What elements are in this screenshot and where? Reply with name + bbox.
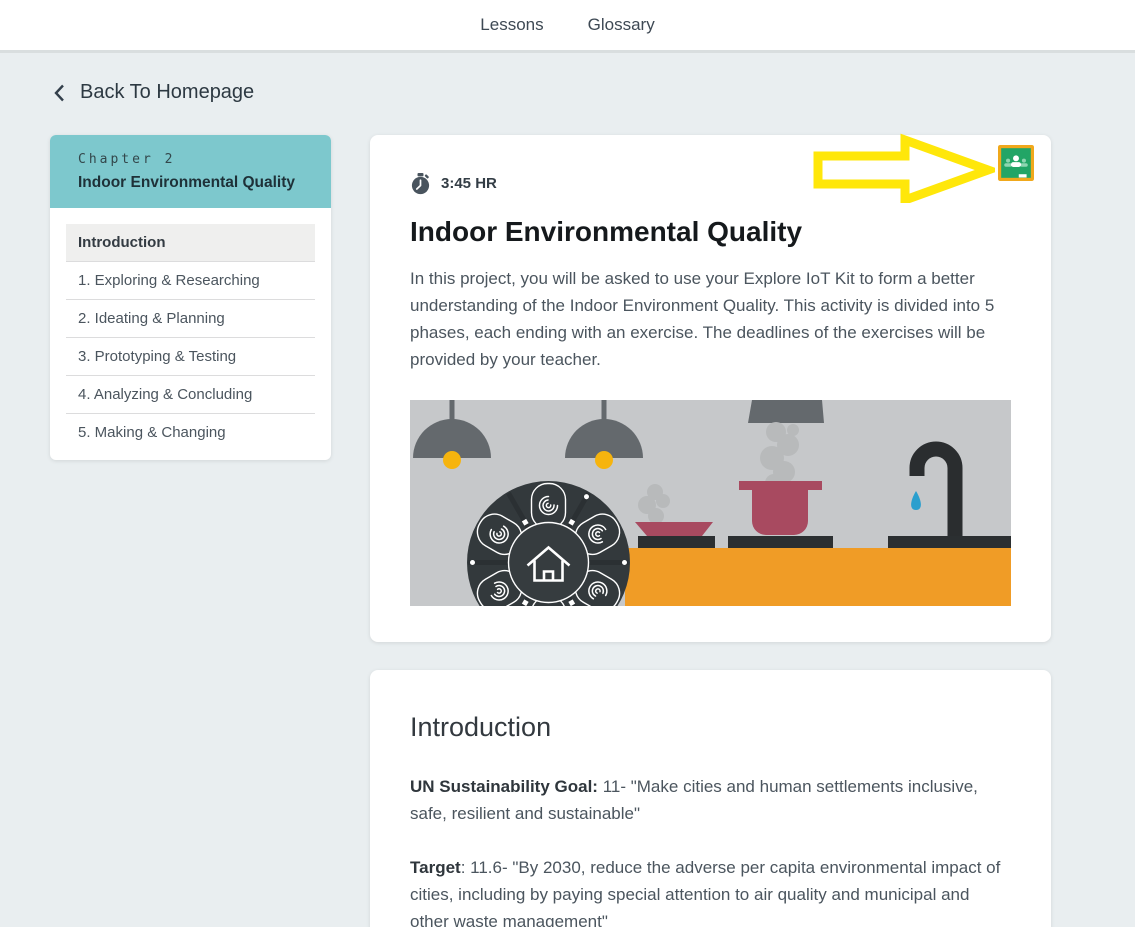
chapter-title: Indoor Environmental Quality [78,174,303,192]
un-goal-label: UN Sustainability Goal: [410,777,598,796]
target-label: Target [410,858,461,877]
annotation-arrow [805,133,995,203]
kitchen-counter [625,548,1011,606]
lesson-duration: 3:45 HR [441,175,497,192]
sidebar-item-analyzing-concluding[interactable]: 4. Analyzing & Concluding [66,376,315,414]
chapter-sidebar: Chapter 2 Indoor Environmental Quality I… [50,135,331,460]
sidebar-item-exploring-researching[interactable]: 1. Exploring & Researching [66,262,315,300]
sidebar-item-making-changing[interactable]: 5. Making & Changing [66,414,315,451]
google-classroom-icon [998,145,1034,181]
extractor-hood [748,400,824,423]
sidebar-item-prototyping-testing[interactable]: 3. Prototyping & Testing [66,338,315,376]
sidebar-item-ideating-planning[interactable]: 2. Ideating & Planning [66,300,315,338]
lesson-overview-card: 3:45 HR [370,135,1051,642]
introduction-card: Introduction UN Sustainability Goal: 11-… [370,670,1051,927]
stopwatch-icon [410,173,431,195]
nav-link-lessons[interactable]: Lessons [480,15,543,35]
nav-link-glossary[interactable]: Glossary [588,15,655,35]
introduction-heading: Introduction [410,712,1011,743]
top-navigation: Lessons Glossary [0,0,1135,53]
chapter-header: Chapter 2 Indoor Environmental Quality [50,135,331,208]
chevron-left-icon [54,84,65,102]
google-classroom-share-button[interactable] [998,145,1034,181]
lesson-description: In this project, you will be asked to us… [410,265,1011,373]
page-layout: Chapter 2 Indoor Environmental Quality I… [0,107,1135,927]
stove-burner-2 [728,536,833,548]
lesson-nav: Introduction 1. Exploring & Researching … [50,208,331,460]
back-to-homepage-link[interactable]: Back To Homepage [54,81,254,104]
chapter-number: Chapter 2 [78,152,303,167]
sink-base [888,536,1011,548]
stove-burner-1 [638,536,715,548]
back-link-label: Back To Homepage [80,81,254,104]
target-text: : 11.6- "By 2030, reduce the adverse per… [410,858,1000,927]
target-paragraph: Target: 11.6- "By 2030, reduce the adver… [410,854,1011,927]
sidebar-item-introduction[interactable]: Introduction [66,224,315,262]
kitchen-illustration [410,400,1011,606]
main-content: 3:45 HR [370,135,1051,927]
un-goal-paragraph: UN Sustainability Goal: 11- "Make cities… [410,773,1011,827]
lesson-title: Indoor Environmental Quality [410,216,1011,248]
frying-pan [635,522,713,536]
